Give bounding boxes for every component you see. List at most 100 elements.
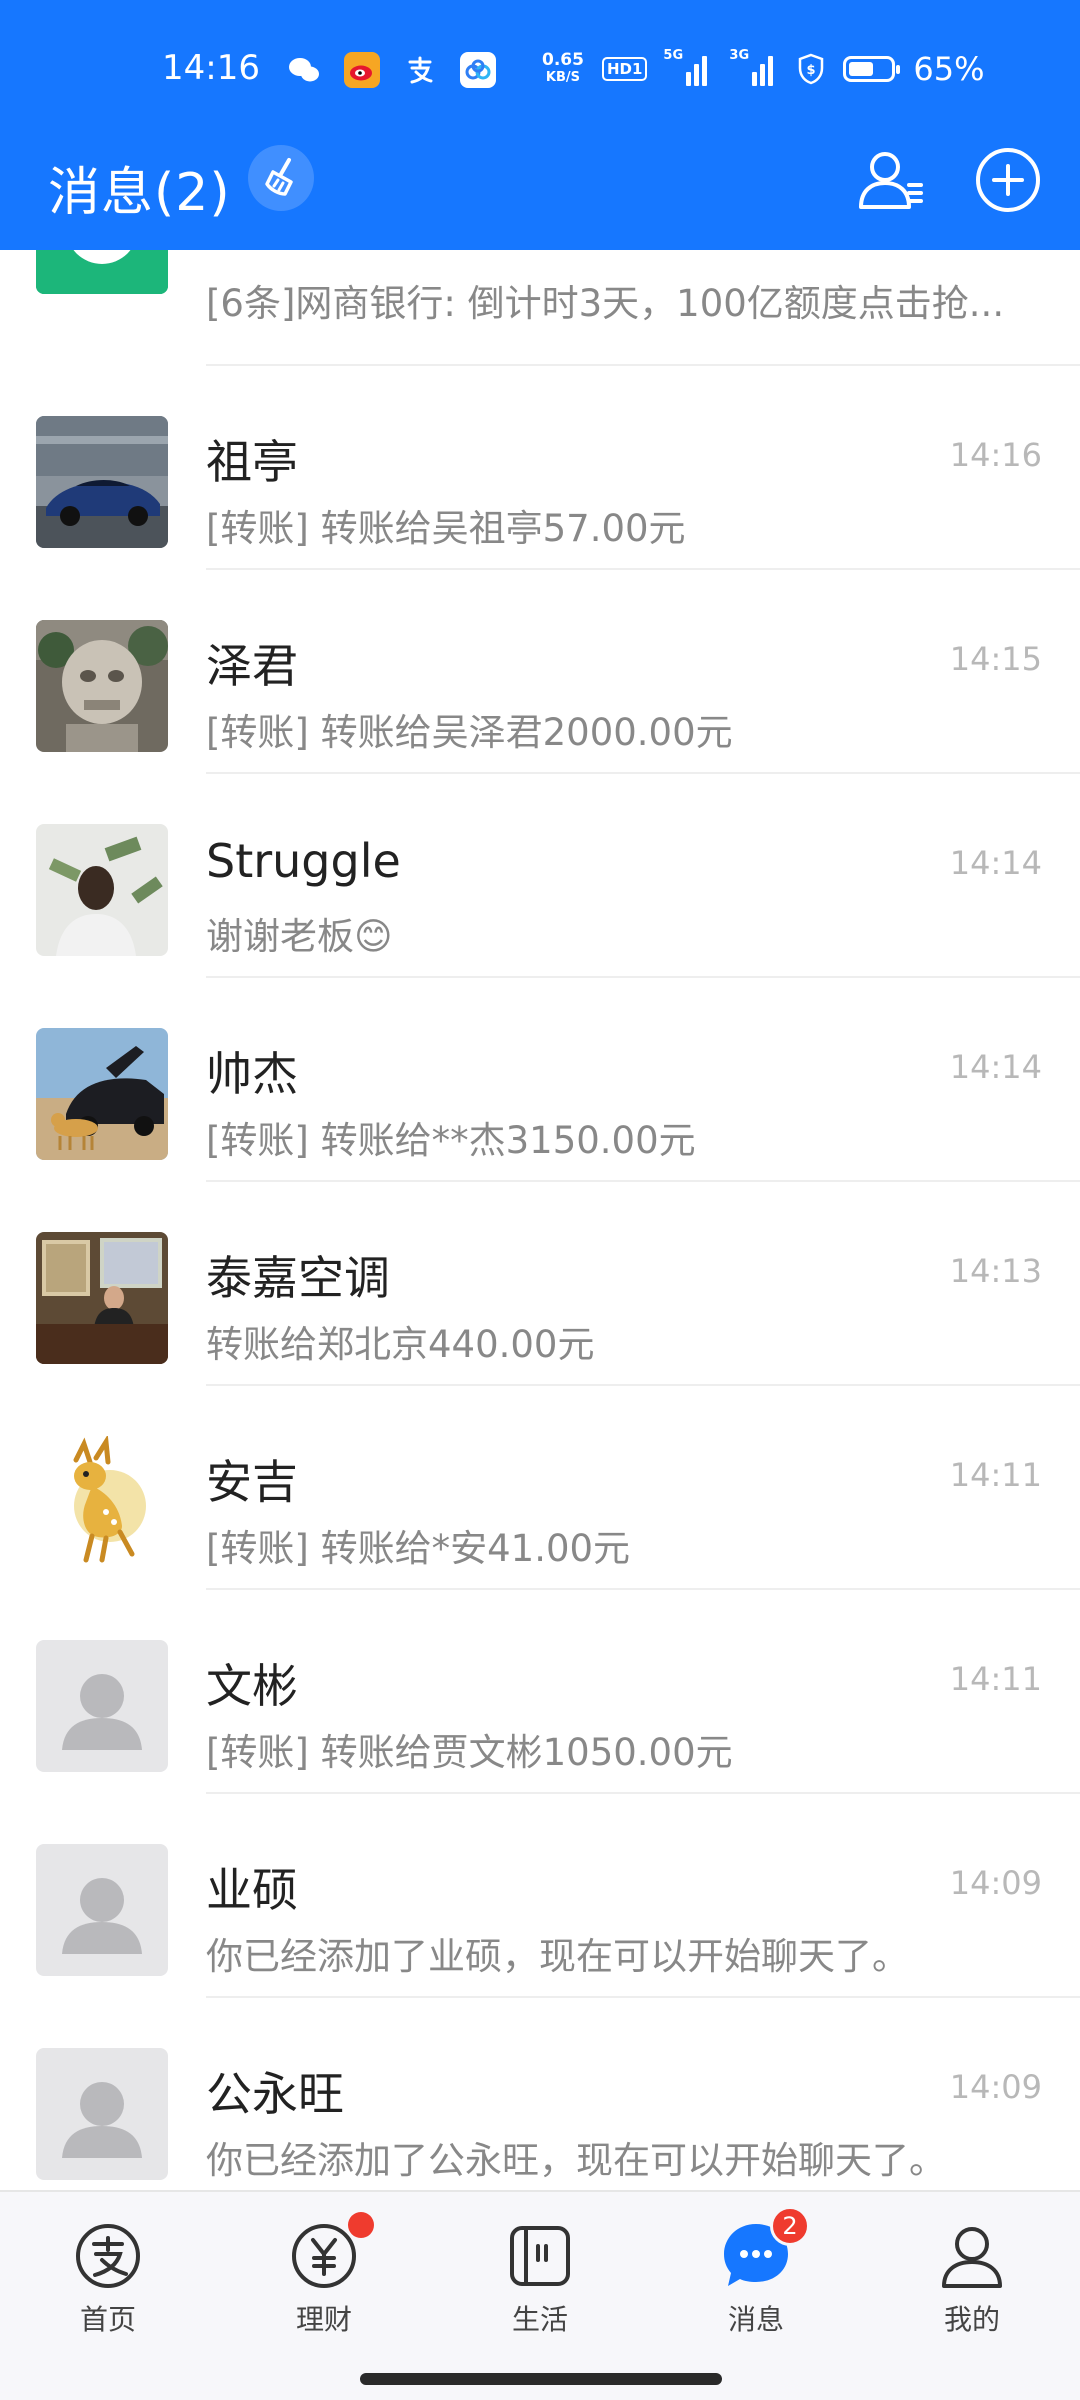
tab-label: 我的 [943, 2303, 1000, 2336]
clear-unread-button[interactable] [248, 145, 314, 211]
contact-name: 安吉 [206, 1455, 298, 1509]
default-avatar-icon [36, 1844, 168, 1976]
contact-name: 文彬 [206, 1659, 298, 1713]
conversation-preview: [6条]网商银行: 倒计时3天，100亿额度点击抢... [206, 282, 1005, 325]
network-speed-unit: KB/S [545, 70, 581, 85]
conversation-preview: [转账] 转账给*安41.00元 [206, 1527, 631, 1570]
default-avatar-icon [36, 1640, 168, 1772]
battery-percent: 65% [913, 50, 985, 88]
contact-name: 泰嘉空调 [206, 1251, 390, 1305]
bottom-tab-bar: 首页 理财 生活 2 消息 我的 [0, 2190, 1080, 2400]
page-title: 消息(2) [48, 163, 231, 223]
money-person-photo [36, 824, 168, 956]
battery-icon [843, 56, 901, 82]
message-time: 14:11 [949, 1660, 1042, 1698]
conversation-preview: 转账给郑北京440.00元 [206, 1323, 595, 1366]
shield-icon: $ [799, 53, 824, 85]
broom-icon [265, 158, 293, 196]
conversation-preview: [转账] 转账给贾文彬1050.00元 [206, 1731, 733, 1774]
conversation-item-yeshuo[interactable]: 业硕 14:09 你已经添加了业硕，现在可以开始聊天了。 [0, 1794, 1080, 1998]
svg-text:$: $ [807, 63, 816, 78]
conversation-preview: 你已经添加了公永旺，现在可以开始聊天了。 [206, 2139, 946, 2182]
life-icon [504, 2220, 576, 2292]
contacts-button[interactable] [852, 142, 928, 218]
tab-label: 生活 [511, 2303, 568, 2336]
status-app-icons [286, 52, 496, 88]
baidu-netdisk-icon [460, 52, 496, 88]
avatar [36, 416, 168, 548]
status-bar: 14:16 0.65 KB/S HD1 5G 3G $ 65% [0, 0, 1080, 142]
tab-messages[interactable]: 2 消息 [696, 2206, 816, 2338]
tab-life[interactable]: 生活 [480, 2220, 600, 2338]
avatar [36, 1028, 168, 1160]
tab-wealth[interactable]: 理财 [264, 2212, 384, 2338]
cartoon-deer-icon [36, 1436, 168, 1568]
conversation-preview: [转账] 转账给吴泽君2000.00元 [206, 711, 733, 754]
message-time: 14:15 [949, 640, 1042, 678]
contact-name: 祖亭 [206, 435, 298, 489]
person-icon [936, 2220, 1008, 2292]
blue-car-photo [36, 416, 168, 548]
chat-bubble-icon: 2 [720, 2206, 810, 2292]
network-speed: 0.65 KB/S [542, 52, 584, 86]
signal-3g-icon: 3G [729, 48, 779, 86]
app-header: 14:16 0.65 KB/S HD1 5G 3G $ 65% 消息(2) [0, 0, 1080, 250]
contact-name: 泽君 [206, 639, 298, 693]
wechat-icon [286, 52, 322, 88]
cheetah-car-photo [36, 1028, 168, 1160]
conversation-item-gongyongwang[interactable]: 公永旺 14:09 你已经添加了公永旺，现在可以开始聊天了。 [0, 1998, 1080, 2202]
yen-icon [288, 2212, 374, 2292]
alipay-icon [72, 2220, 144, 2292]
hd-badge: HD1 [601, 57, 648, 81]
signal-5g-icon: 5G [663, 48, 713, 86]
message-time: 14:16 [949, 436, 1042, 474]
conversation-item-shuaijie[interactable]: 帅杰 14:14 [转账] 转账给**杰3150.00元 [0, 978, 1080, 1182]
avatar [36, 1436, 168, 1568]
home-indicator[interactable] [360, 2373, 722, 2385]
message-time: 14:11 [949, 1456, 1042, 1494]
conversation-list: [6条]网商银行: 倒计时3天，100亿额度点击抢... 祖亭 14:16 [转… [0, 162, 1080, 2202]
tab-label: 首页 [79, 2303, 136, 2336]
default-avatar-icon [36, 2048, 168, 2180]
message-badge: 2 [770, 2206, 810, 2246]
contact-name: 帅杰 [206, 1047, 298, 1101]
contact-name: 业硕 [206, 1863, 298, 1917]
conversation-item-wenbin[interactable]: 文彬 14:11 [转账] 转账给贾文彬1050.00元 [0, 1590, 1080, 1794]
message-time: 14:09 [949, 1864, 1042, 1902]
weibo-icon [344, 52, 380, 88]
status-indicators: 0.65 KB/S HD1 5G 3G $ 65% [542, 48, 985, 88]
status-time: 14:16 [162, 48, 260, 88]
avatar [36, 620, 168, 752]
contact-name: 公永旺 [206, 2067, 344, 2121]
tab-label: 消息 [727, 2303, 784, 2336]
conversation-preview: [转账] 转账给吴祖亭57.00元 [206, 507, 686, 550]
conversation-item-zejun[interactable]: 泽君 14:15 [转账] 转账给吴泽君2000.00元 [0, 570, 1080, 774]
stone-statue-photo [36, 620, 168, 752]
office-desk-photo [36, 1232, 168, 1364]
message-time: 14:09 [949, 2068, 1042, 2106]
battery-fill [849, 62, 874, 76]
signal-5g-tag: 5G [663, 48, 684, 63]
conversation-preview: 你已经添加了业硕，现在可以开始聊天了。 [206, 1935, 909, 1978]
tab-home[interactable]: 首页 [48, 2220, 168, 2338]
contact-name: Struggle [206, 834, 401, 888]
add-button[interactable] [970, 142, 1046, 218]
tab-label: 理财 [295, 2303, 352, 2336]
conversation-item-zuting[interactable]: 祖亭 14:16 [转账] 转账给吴祖亭57.00元 [0, 366, 1080, 570]
conversation-item-anji[interactable]: 安吉 14:11 [转账] 转账给*安41.00元 [0, 1386, 1080, 1590]
alipay-status-icon [402, 52, 438, 88]
avatar [36, 824, 168, 956]
message-time: 14:14 [949, 1048, 1042, 1086]
conversation-item-struggle[interactable]: Struggle 14:14 谢谢老板😊 [0, 774, 1080, 978]
conversation-item-taijia[interactable]: 泰嘉空调 14:13 转账给郑北京440.00元 [0, 1182, 1080, 1386]
conversation-preview: 谢谢老板😊 [206, 915, 393, 958]
network-speed-value: 0.65 [542, 50, 584, 70]
conversation-preview: [转账] 转账给**杰3150.00元 [206, 1119, 696, 1162]
message-time: 14:13 [949, 1252, 1042, 1290]
message-time: 14:14 [949, 844, 1042, 882]
unread-dot [348, 2212, 374, 2238]
signal-3g-tag: 3G [729, 48, 750, 63]
avatar [36, 1232, 168, 1364]
tab-mine[interactable]: 我的 [912, 2220, 1032, 2338]
plus-circle-icon [976, 148, 1040, 212]
